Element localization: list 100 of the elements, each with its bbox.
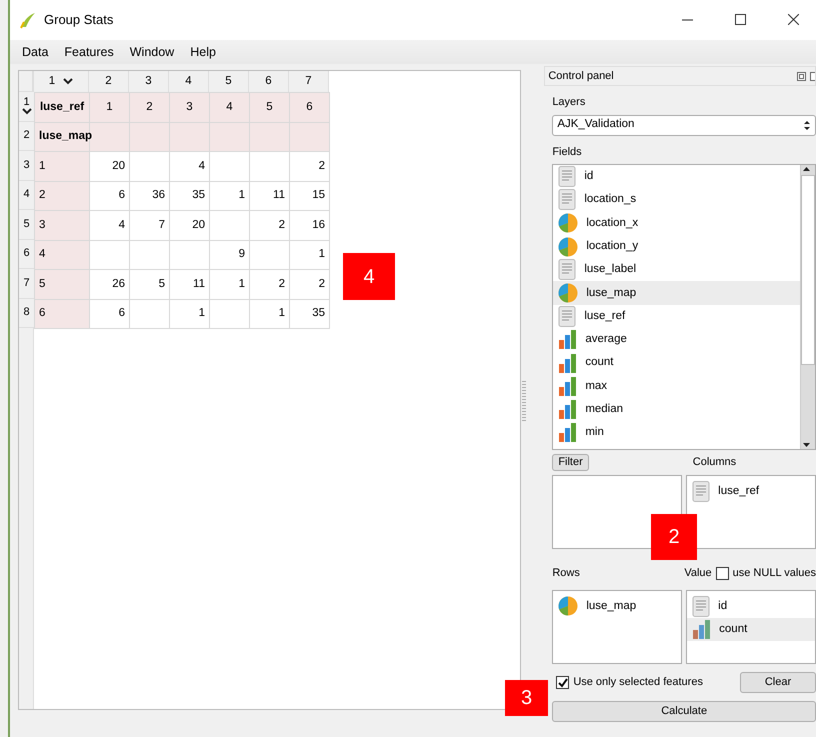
column-header[interactable]: 6 — [249, 71, 289, 92]
table-cell: 1 — [210, 181, 250, 210]
item-label: max — [585, 378, 608, 394]
field-label: Fields — [552, 144, 583, 160]
table-cell: 15 — [290, 181, 330, 210]
list-item[interactable]: min — [553, 421, 800, 445]
column-header[interactable]: 7 — [289, 71, 329, 92]
layer-dropdown[interactable]: AJK_Validation — [552, 114, 816, 136]
clear-button[interactable]: Clear — [740, 672, 816, 692]
table-cell: 2 — [130, 92, 170, 122]
row-header[interactable]: 7 — [19, 269, 34, 298]
text-field-icon — [692, 481, 710, 502]
annotation-tooltip: 3 — [505, 680, 548, 716]
text-field-icon — [692, 596, 710, 617]
pie-chart-icon — [558, 596, 578, 616]
table-cell: 6 — [290, 92, 330, 122]
list-item[interactable]: location_s — [553, 188, 800, 212]
splitter-handle[interactable] — [522, 380, 526, 420]
list-item[interactable]: location_x — [553, 212, 800, 235]
corner-cell[interactable] — [19, 71, 33, 92]
scrollbar[interactable] — [800, 165, 815, 449]
item-label: location_y — [586, 238, 638, 254]
column-header[interactable]: 5 — [209, 71, 249, 92]
table-cell: 2 — [290, 270, 330, 299]
item-label: median — [585, 402, 624, 417]
calculate-button[interactable]: Calculate — [552, 700, 816, 722]
item-label: AJK_Validation — [557, 117, 634, 132]
text-field-icon — [558, 166, 576, 188]
annotation-tooltip: 2 — [651, 514, 697, 560]
bar-chart-icon — [558, 376, 578, 397]
row-header[interactable]: 6 — [19, 240, 34, 269]
column-header[interactable]: 3 — [129, 71, 169, 92]
caret-icon — [22, 108, 32, 116]
checkbox-box[interactable] — [716, 566, 729, 580]
menu-item[interactable]: Data — [14, 42, 56, 62]
drop-box[interactable]: luse_map — [552, 590, 682, 664]
scroll-down-icon — [801, 441, 812, 449]
list-item[interactable]: average — [553, 328, 800, 352]
menu-item[interactable]: Help — [182, 42, 224, 62]
pie-chart-icon — [558, 213, 578, 234]
table-cell: 3 — [170, 92, 210, 122]
column-header[interactable]: 4 — [169, 71, 209, 92]
checkbox-label: Use only selected features — [573, 674, 703, 690]
text-field-icon — [558, 189, 576, 210]
row-header[interactable]: 8 — [19, 298, 34, 328]
fields-list[interactable]: id location_s location_x location_y luse_label luse_map luse_ref average count max median min — [552, 164, 816, 450]
checkbox[interactable]: use NULL values — [716, 565, 816, 582]
item-label: location_s — [584, 192, 636, 208]
pie-chart-icon — [558, 236, 578, 257]
list-item[interactable]: luse_map — [553, 594, 682, 618]
table-cell: 1 — [90, 92, 130, 122]
list-item[interactable]: max — [553, 374, 800, 398]
list-item[interactable]: luse_ref — [553, 304, 800, 328]
checkbox[interactable]: Use only selected features — [556, 674, 703, 690]
row-header[interactable]: 5 — [19, 210, 34, 240]
list-item[interactable]: location_y — [553, 234, 800, 258]
table-cell: 9 — [210, 240, 250, 270]
table-cell: 2 — [34, 181, 90, 210]
drop-box[interactable]: id count — [686, 590, 816, 664]
scroll-up-icon — [801, 165, 812, 173]
filter-button[interactable]: Filter — [552, 454, 589, 471]
panel-title: Control panel — [548, 68, 614, 84]
column-header[interactable]: 2 — [89, 71, 129, 92]
table-cell: 3 — [34, 210, 90, 240]
list-item[interactable]: luse_label — [553, 258, 800, 282]
menu-item[interactable]: Window — [122, 42, 182, 62]
annotation-tooltip: 4 — [343, 253, 395, 300]
list-item[interactable]: id — [687, 594, 815, 618]
text-field-icon — [558, 306, 576, 327]
list-item[interactable]: count — [553, 351, 800, 375]
row-header[interactable]: 1 — [19, 92, 34, 122]
table-cell: luse_ref — [34, 92, 90, 122]
table-cell: 1 — [210, 270, 250, 299]
item-label: id — [718, 598, 728, 614]
checkmark-icon — [557, 676, 568, 688]
table-cell: 5 — [130, 270, 170, 299]
field-label: Layers — [552, 95, 586, 110]
item-label: luse_ref — [718, 484, 760, 500]
list-item[interactable]: id — [553, 165, 800, 188]
table-cell: 4 — [90, 210, 130, 240]
row-header[interactable]: 3 — [19, 151, 34, 180]
table-cell: 35 — [170, 181, 210, 210]
item-label: id — [584, 169, 594, 184]
table-cell: 20 — [170, 210, 210, 240]
drop-box[interactable]: luse_ref — [686, 475, 816, 549]
row-header[interactable]: 2 — [19, 122, 34, 151]
item-label: min — [585, 425, 604, 440]
list-item[interactable]: luse_ref — [687, 480, 815, 504]
row-header[interactable]: 4 — [19, 180, 34, 210]
table-cell: 1 — [170, 299, 210, 328]
bar-chart-icon — [558, 329, 578, 350]
table-cell: 2 — [250, 270, 290, 299]
maximize-icon — [735, 14, 746, 26]
table-cell: 5 — [250, 92, 290, 122]
list-item[interactable]: median — [553, 398, 800, 422]
list-item[interactable]: count — [687, 618, 815, 642]
checkbox-box[interactable] — [556, 676, 570, 688]
menu-item[interactable]: Features — [56, 42, 122, 62]
column-header[interactable]: 1 — [34, 71, 89, 92]
list-item[interactable]: luse_map — [553, 281, 800, 305]
